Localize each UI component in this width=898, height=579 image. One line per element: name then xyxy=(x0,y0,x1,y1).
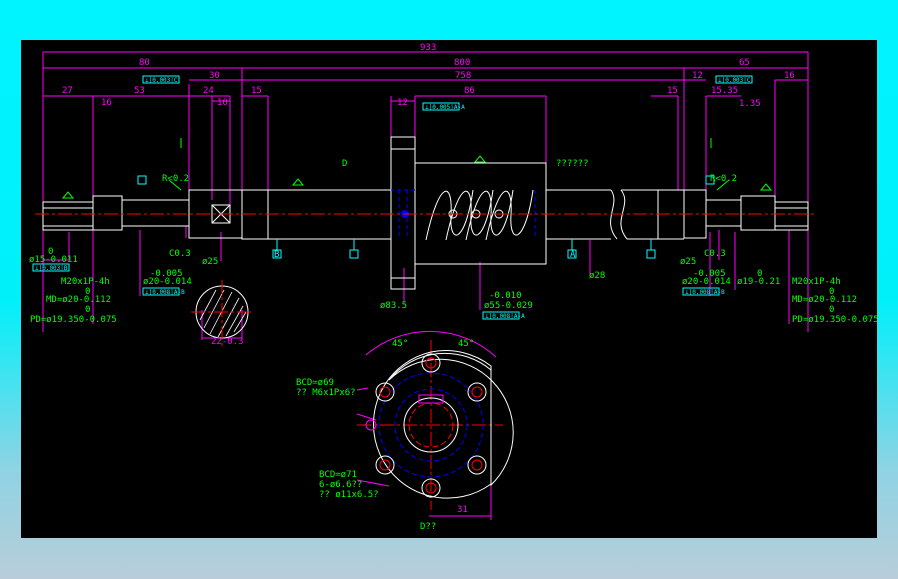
dim-16-right: 16 xyxy=(784,71,795,81)
dim-30: 30 xyxy=(209,71,220,81)
note-d19: ø19-0.21 xyxy=(737,277,780,287)
dim-key-width: 22-0.3 xyxy=(211,337,244,347)
thread-left-4: 0 xyxy=(85,305,90,315)
note-c03-right: C0.3 xyxy=(704,249,726,259)
tol-frame-7: ⊥|0.008|A-B xyxy=(685,289,725,296)
note-d28: ø28 xyxy=(589,271,605,281)
cad-drawing-viewport[interactable]: 933 80 800 65 30 758 12 16 27 16 53 24 1… xyxy=(21,40,877,538)
tol-frame-8: ⊥|0.008|A-A xyxy=(485,313,525,320)
dim-27: 27 xyxy=(62,86,73,96)
tol-frame-1: ⊥|0.003|C xyxy=(145,77,178,84)
dim-overall: 933 xyxy=(420,43,436,53)
note-questions: ?????? xyxy=(556,159,589,169)
thread-right-1: M20x1P-4h xyxy=(792,277,841,287)
thread-left-5: PD=ø19.350-0.075 xyxy=(30,315,117,325)
dim-left-end: 80 xyxy=(139,58,150,68)
dim-right-end: 65 xyxy=(739,58,750,68)
note-d20r: ø20-0.014 xyxy=(682,277,731,287)
dim-15-left: 15 xyxy=(251,86,262,96)
note-r02-left: R<0.2 xyxy=(162,174,189,184)
thread-left-1: M20x1P-4h xyxy=(61,277,110,287)
dim-31: 31 xyxy=(457,505,468,515)
dim-758: 758 xyxy=(455,71,471,81)
text-layer: 933 80 800 65 30 758 12 16 27 16 53 24 1… xyxy=(29,43,877,532)
note-angle-2: 45° xyxy=(458,339,474,349)
note-angle-1: 45° xyxy=(392,339,408,349)
tol-frame-4: ⊥|0.003|B xyxy=(35,265,68,272)
dim-1-35: 1.35 xyxy=(739,99,761,109)
dim-main: 800 xyxy=(454,58,470,68)
note-r02-right: R<0.2 xyxy=(710,174,737,184)
view-label: D?? xyxy=(420,522,436,532)
datum-a-label: A xyxy=(570,250,576,260)
note-bcd71: BCD=ø71 xyxy=(319,470,357,480)
tol-frame-6: ⊥|0.008|A-B xyxy=(145,289,185,296)
dim-53: 53 xyxy=(134,86,145,96)
note-d25-left: ø25 xyxy=(202,257,218,267)
thread-right-4: 0 xyxy=(829,305,834,315)
note-label-d: D xyxy=(342,159,347,169)
note-m6: ?? M6x1Px6? xyxy=(296,388,356,398)
tol-frame-2: ⊥|0.005|A-A xyxy=(425,104,465,111)
dim-24: 24 xyxy=(203,86,214,96)
thread-right-3: MD=ø20-0.112 xyxy=(792,295,857,305)
tolerance-frames: ⊥|0.003|C ⊥|0.005|A-A ⊥|0.003|C ⊥|0.003|… xyxy=(32,75,753,320)
note-cbore: ?? ø11x6.5? xyxy=(319,490,379,500)
datum-b-label: B xyxy=(274,250,279,260)
dim-86: 86 xyxy=(464,86,475,96)
thread-left-3: MD=ø20-0.112 xyxy=(46,295,111,305)
note-holes: 6-ø6.6?? xyxy=(319,480,362,490)
note-d25-right: ø25 xyxy=(680,257,696,267)
dim-15-35: 15.35 xyxy=(711,86,738,96)
dim-12-nut: 12 xyxy=(397,98,408,108)
dim-12-right: 12 xyxy=(692,71,703,81)
note-d20l: ø20-0.014 xyxy=(143,277,192,287)
dim-15-right: 15 xyxy=(667,86,678,96)
note-d55-tol: -0.010 xyxy=(489,291,522,301)
note-d83: ø83.5 xyxy=(380,301,407,311)
thread-right-5: PD=ø19.350-0.075 xyxy=(792,315,877,325)
tol-frame-3: ⊥|0.003|C xyxy=(718,77,751,84)
note-bcd69: BCD=ø69 xyxy=(296,378,334,388)
dim-10: 10 xyxy=(217,98,228,108)
dim-16-left: 16 xyxy=(101,98,112,108)
note-d55: ø55-0.029 xyxy=(484,301,533,311)
note-c03-left: C0.3 xyxy=(169,249,191,259)
